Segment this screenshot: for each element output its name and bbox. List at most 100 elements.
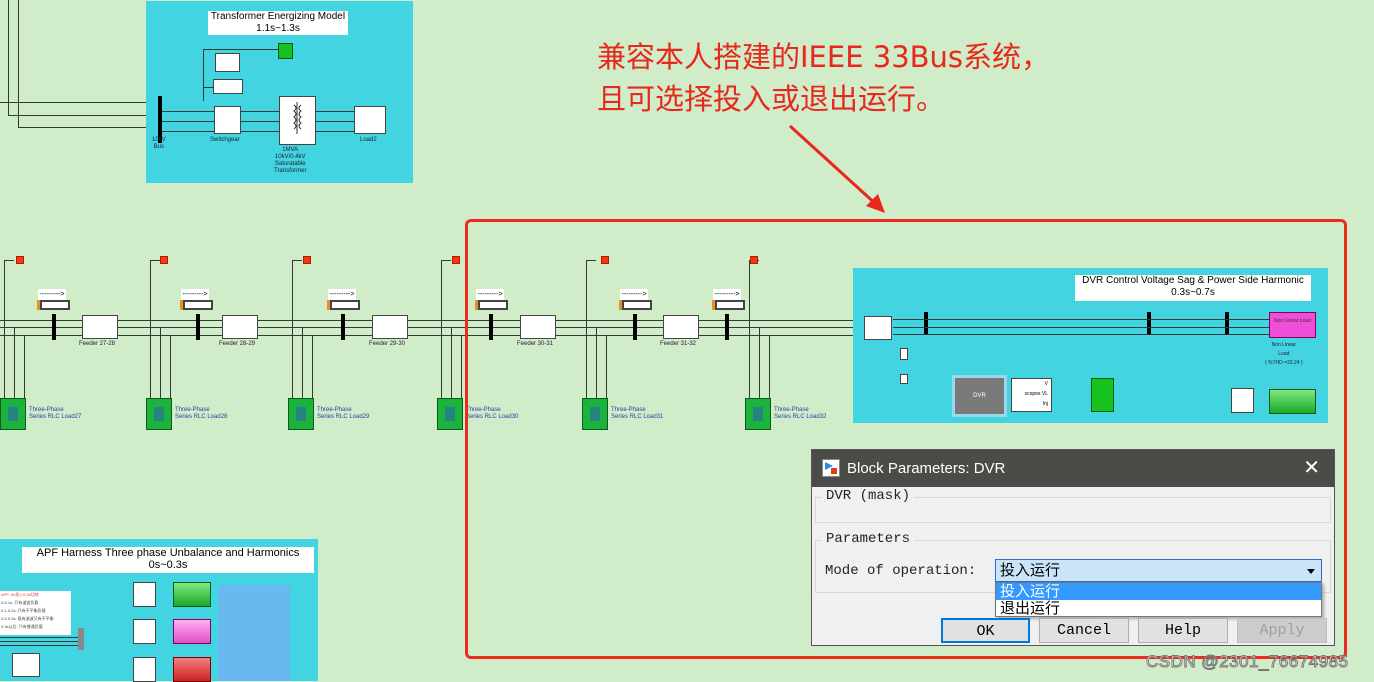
wire xyxy=(18,127,150,128)
wire xyxy=(203,87,213,88)
apply-button[interactable]: Apply xyxy=(1237,618,1327,643)
wire xyxy=(441,260,442,398)
wire xyxy=(0,641,80,642)
wire xyxy=(241,131,279,132)
switchgear-block[interactable] xyxy=(214,106,241,134)
wire xyxy=(203,49,279,50)
bus-bar[interactable] xyxy=(78,628,84,650)
display-block[interactable] xyxy=(213,79,243,94)
cancel-button[interactable]: Cancel xyxy=(1039,618,1129,643)
switch-block[interactable] xyxy=(133,619,156,644)
wire xyxy=(461,335,462,398)
load2-block[interactable] xyxy=(354,106,386,134)
scope-block[interactable] xyxy=(278,43,293,59)
wire xyxy=(0,637,80,638)
wire xyxy=(170,335,171,398)
load-label: Three-Phase Series RLC Load28 xyxy=(175,407,228,420)
three-phase-load-block[interactable] xyxy=(146,398,172,430)
wire xyxy=(292,260,293,398)
title-text: APF Harness Three phase Unbalance and Ha… xyxy=(36,547,300,559)
measurement-block[interactable] xyxy=(215,53,240,72)
switch-block[interactable] xyxy=(133,657,156,682)
dialog-title: Block Parameters: DVR xyxy=(847,460,1006,477)
three-phase-load-block[interactable] xyxy=(288,398,314,430)
simulink-block-icon xyxy=(822,459,840,477)
annotation-line-1: 兼容本人搭建的IEEE 33Bus系统， xyxy=(597,40,1051,74)
power-flow-display[interactable] xyxy=(180,300,213,310)
three-phase-load-block[interactable] xyxy=(437,398,463,430)
apf-block[interactable] xyxy=(12,653,40,677)
power-flow-display[interactable] xyxy=(37,300,70,310)
bus-label: 10kV Bus xyxy=(152,137,166,150)
wire xyxy=(316,121,354,122)
transformer-coil-icon xyxy=(293,102,302,134)
saturable-transformer-block[interactable] xyxy=(279,96,316,145)
wire xyxy=(24,335,25,398)
timer-group xyxy=(218,585,290,681)
three-phase-load-block[interactable] xyxy=(0,398,26,430)
unbalanced-load-block[interactable] xyxy=(173,619,211,644)
chevron-down-icon[interactable] xyxy=(1307,569,1315,574)
close-icon[interactable]: ✕ xyxy=(1303,450,1320,487)
bus-bar[interactable] xyxy=(52,314,56,340)
harmonic-load-block[interactable] xyxy=(173,582,211,607)
voltage-measurement-block[interactable] xyxy=(452,256,460,264)
feeder-label: Feeder 29-30 xyxy=(369,341,406,347)
wire xyxy=(241,121,279,122)
wire xyxy=(451,327,452,398)
feeder-block[interactable] xyxy=(372,315,408,339)
wire xyxy=(162,121,214,122)
dialog-titlebar: Block Parameters: DVR ✕ xyxy=(812,450,1334,487)
watermark: CSDN @2301_76674985 xyxy=(1146,652,1349,672)
power-flow-display[interactable] xyxy=(327,300,360,310)
mode-option[interactable]: 退出运行 xyxy=(996,600,1321,617)
transformer-label: 1MVA 10kV/0.4kV Saturatable Transformer xyxy=(274,147,307,174)
wire xyxy=(241,111,279,112)
wire xyxy=(162,131,214,132)
annotation-line-2: 且可选择投入或退出运行。 xyxy=(597,82,946,116)
wire xyxy=(14,327,15,398)
bus-bar[interactable] xyxy=(341,314,345,340)
wire xyxy=(316,111,354,112)
mode-dropdown-list: 投入运行 退出运行 xyxy=(995,582,1322,617)
load2-label: Load2 xyxy=(360,137,377,143)
wire xyxy=(18,0,19,127)
voltage-measurement-block[interactable] xyxy=(160,256,168,264)
voltage-measurement-block[interactable] xyxy=(303,256,311,264)
feeder-block[interactable] xyxy=(222,315,258,339)
10kv-bus-bar[interactable] xyxy=(158,96,162,143)
subtitle-text: 0s~0.3s xyxy=(148,559,188,571)
wire xyxy=(0,645,80,646)
subtitle-text: 1.1s~1.3s xyxy=(256,23,300,34)
bus-bar[interactable] xyxy=(196,314,200,340)
wire xyxy=(316,131,354,132)
wire xyxy=(160,327,161,398)
pointer-arrow-icon xyxy=(788,124,885,213)
mode-option[interactable]: 投入运行 xyxy=(996,583,1321,600)
normal-load-block[interactable] xyxy=(173,657,211,682)
block-parameters-dialog: Block Parameters: DVR ✕ DVR (mask) Param… xyxy=(811,449,1335,646)
wire xyxy=(150,260,151,398)
feeder-label: Feeder 28-29 xyxy=(219,341,256,347)
ok-button[interactable]: OK xyxy=(941,618,1030,643)
mode-select[interactable]: 投入运行 xyxy=(995,559,1322,582)
apf-panel: APF Harness Three phase Unbalance and Ha… xyxy=(0,539,318,682)
panel-title: APF Harness Three phase Unbalance and Ha… xyxy=(22,547,314,573)
mode-selected-value: 投入运行 xyxy=(1000,561,1061,579)
parameters-group-label: Parameters xyxy=(822,531,915,547)
feeder-block[interactable] xyxy=(82,315,118,339)
wire xyxy=(8,115,150,116)
apf-notes: APF: 0s投入0.3s切除 0-0.1s: 只有谐波负载 0.1-0.2s: … xyxy=(0,591,71,635)
title-text: Transformer Energizing Model xyxy=(210,11,346,22)
wire xyxy=(8,0,9,115)
transformer-energizing-panel: Transformer Energizing Model 1.1s~1.3s 1… xyxy=(146,1,413,183)
annotation-text: 兼容本人搭建的IEEE 33Bus系统， 且可选择投入或退出运行。 xyxy=(597,36,1050,120)
help-button[interactable]: Help xyxy=(1138,618,1228,643)
wire xyxy=(150,260,160,261)
wire xyxy=(292,260,302,261)
mode-label: Mode of operation: xyxy=(825,563,977,579)
switchgear-label: Switchgear xyxy=(210,137,240,143)
switch-block[interactable] xyxy=(133,582,156,607)
wire xyxy=(0,102,150,103)
voltage-measurement-block[interactable] xyxy=(16,256,24,264)
